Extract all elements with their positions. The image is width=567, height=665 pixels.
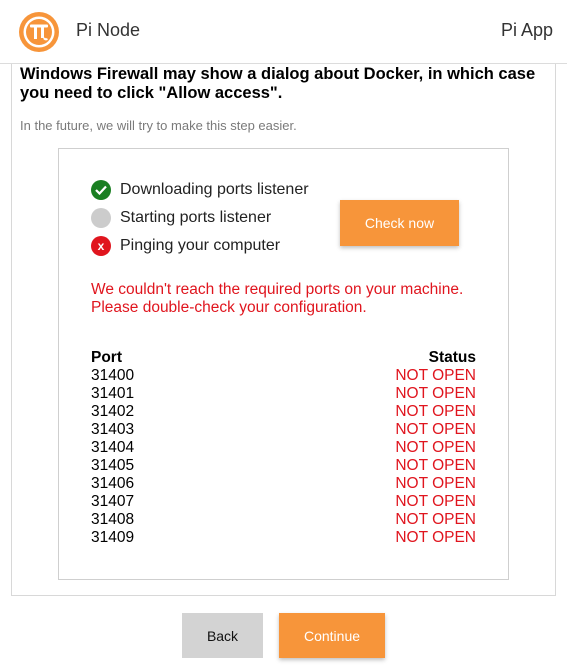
port-cell: 31403	[91, 421, 135, 438]
status-cell: NOT OPEN	[395, 511, 476, 528]
table-row: 31403 NOT OPEN	[91, 421, 476, 439]
table-row: 31407 NOT OPEN	[91, 493, 476, 511]
step-downloading: Downloading ports listener	[91, 179, 309, 201]
table-row: 31405 NOT OPEN	[91, 457, 476, 475]
status-cell: NOT OPEN	[395, 493, 476, 510]
pi-logo-icon[interactable]	[18, 11, 60, 53]
port-cell: 31408	[91, 511, 135, 528]
error-line-2: Please double-check your configuration.	[91, 299, 367, 316]
app-header: Pi Node Pi App	[0, 0, 567, 64]
table-row: 31409 NOT OPEN	[91, 529, 476, 547]
ports-table-header: Port Status	[91, 349, 476, 367]
pi-app-link[interactable]: Pi App	[501, 20, 553, 41]
pending-circle-icon	[91, 208, 111, 228]
table-row: 31406 NOT OPEN	[91, 475, 476, 493]
continue-button[interactable]: Continue	[279, 613, 385, 658]
port-cell: 31402	[91, 403, 135, 420]
check-icon	[91, 180, 111, 200]
port-cell: 31406	[91, 475, 135, 492]
status-cell: NOT OPEN	[395, 367, 476, 384]
table-row: 31400 NOT OPEN	[91, 367, 476, 385]
table-row: 31408 NOT OPEN	[91, 511, 476, 529]
port-cell: 31401	[91, 385, 135, 402]
port-cell: 31404	[91, 439, 135, 456]
status-cell: NOT OPEN	[395, 457, 476, 474]
status-cell: NOT OPEN	[395, 421, 476, 438]
table-row: 31404 NOT OPEN	[91, 439, 476, 457]
page-subtitle: In the future, we will try to make this …	[20, 118, 297, 133]
step-pinging: x Pinging your computer	[91, 235, 280, 257]
page-title: Windows Firewall may show a dialog about…	[20, 65, 536, 102]
step-label: Starting ports listener	[120, 209, 272, 226]
port-cell: 31400	[91, 367, 135, 384]
error-line-1: We couldn't reach the required ports on …	[91, 281, 464, 298]
status-cell: NOT OPEN	[395, 475, 476, 492]
back-button[interactable]: Back	[182, 613, 263, 658]
step-label: Downloading ports listener	[120, 181, 309, 198]
port-cell: 31407	[91, 493, 135, 510]
port-cell: 31405	[91, 457, 135, 474]
step-starting: Starting ports listener	[91, 207, 271, 229]
status-cell: NOT OPEN	[395, 439, 476, 456]
table-row: 31402 NOT OPEN	[91, 403, 476, 421]
port-column-header: Port	[91, 349, 122, 366]
error-message: We couldn't reach the required ports on …	[91, 281, 491, 317]
table-row: 31401 NOT OPEN	[91, 385, 476, 403]
status-cell: NOT OPEN	[395, 385, 476, 402]
x-icon: x	[91, 236, 111, 256]
status-cell: NOT OPEN	[395, 403, 476, 420]
step-label: Pinging your computer	[120, 237, 281, 254]
port-cell: 31409	[91, 529, 135, 546]
app-name: Pi Node	[76, 20, 141, 40]
status-cell: NOT OPEN	[395, 529, 476, 546]
ports-table-body: 31400 NOT OPEN 31401 NOT OPEN 31402 NOT OPE…	[91, 367, 476, 547]
check-now-button[interactable]: Check now	[340, 200, 459, 246]
status-column-header: Status	[428, 349, 476, 366]
